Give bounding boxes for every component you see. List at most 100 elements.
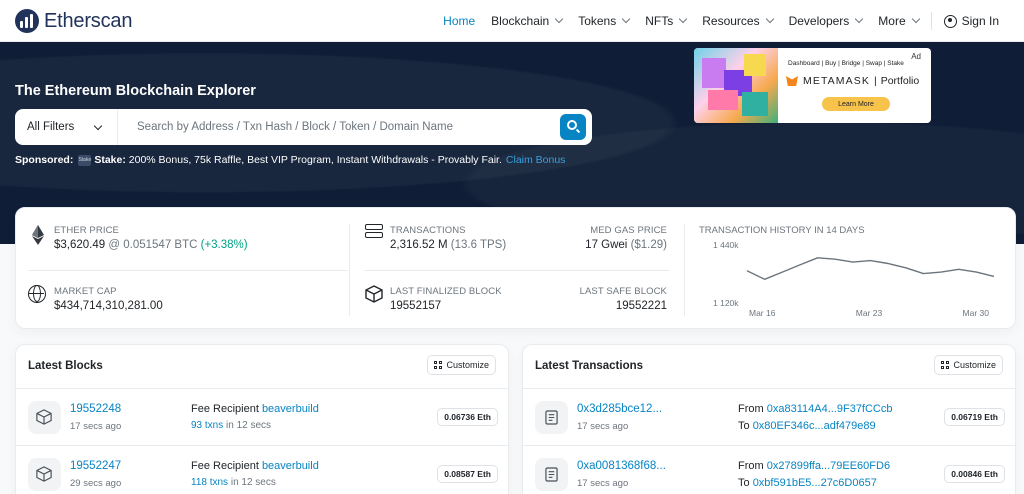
nav-more[interactable]: More [870,0,926,42]
ether-price-value[interactable]: $3,620.49 @ 0.051547 BTC (+3.38%) [54,239,248,251]
ether-price-label: ETHER PRICE [54,225,119,236]
block-txns: 93 txns in 12 secs [191,420,272,431]
transactions-value[interactable]: 2,316.52 M (13.6 TPS) [390,239,506,251]
nav-tokens[interactable]: Tokens [570,0,637,42]
market-cap-label: MARKET CAP [54,286,117,297]
hero-title: The Ethereum Blockchain Explorer [15,83,256,99]
chevron-down-icon [855,14,864,24]
tx-value-badge[interactable]: 0.06719 Eth [944,408,1005,426]
transaction-row: 0xa0081368f68... 17 secs ago From 0x2789… [523,445,1015,494]
fee-recipient-link[interactable]: beaverbuild [262,403,319,415]
from-address-link[interactable]: 0x27899ffa...79EE60FD6 [767,460,890,472]
to-address-link[interactable]: 0x80EF346c...adf479e89 [753,420,876,432]
chevron-down-icon [678,14,688,24]
fee-recipient: Fee Recipient beaverbuild [191,403,319,415]
nav-home[interactable]: Home [435,0,483,42]
cube-icon [28,458,61,491]
x-tick-label: Mar 16 [749,308,776,318]
block-number-link[interactable]: 19552247 [70,460,121,472]
document-icon [535,401,568,434]
search-button[interactable] [560,114,586,140]
sponsored-label: Sponsored: [15,154,74,166]
chevron-down-icon [554,14,564,24]
transactions-label: TRANSACTIONS [390,225,466,236]
tx-to: To 0xbf591bE5...27c6D0657 [738,477,877,489]
fee-recipient-link[interactable]: beaverbuild [262,460,319,472]
divider [684,224,685,316]
top-navbar: Etherscan Home Blockchain Tokens NFTs Re… [0,0,1024,42]
ad-links: Dashboard | Buy | Bridge | Swap | Stake [788,60,904,67]
to-address-link[interactable]: 0xbf591bE5...27c6D0657 [753,477,877,489]
network-stats-card: ETHER PRICE $3,620.49 @ 0.051547 BTC (+3… [15,207,1016,329]
nav-developers[interactable]: Developers [781,0,871,42]
search-input[interactable] [118,121,560,133]
block-reward-badge[interactable]: 0.08587 Eth [437,465,498,483]
block-row: 19552247 29 secs ago Fee Recipient beave… [16,445,508,494]
brand-name: Etherscan [44,9,133,32]
ethereum-icon [32,225,44,245]
x-tick-label: Mar 30 [963,308,990,318]
nav-divider [930,12,932,30]
search-bar: All Filters [15,109,592,145]
block-age: 17 secs ago [70,421,122,432]
y-tick-label: 1 120k [713,298,739,308]
ad-label: Ad [911,52,921,61]
customize-button[interactable]: Customize [427,355,496,375]
block-age: 29 secs ago [70,478,122,489]
last-finalized-block-value[interactable]: 19552157 [390,300,441,312]
divider [349,224,350,316]
block-row: 19552248 17 secs ago Fee Recipient beave… [16,388,508,444]
block-reward-badge[interactable]: 0.06736 Eth [437,408,498,426]
x-tick-label: Mar 23 [856,308,883,318]
cube-icon [365,285,383,303]
tx-to: To 0x80EF346c...adf479e89 [738,420,876,432]
latest-transactions-panel: Latest Transactions Customize 0x3d285bce… [522,344,1016,494]
txns-link[interactable]: 93 txns [191,420,223,431]
sign-in-link[interactable]: Sign In [936,0,1007,42]
transaction-row: 0x3d285bce12... 17 secs ago From 0xa8311… [523,388,1015,444]
tx-age: 17 secs ago [577,478,629,489]
y-tick-label: 1 440k [713,240,739,250]
user-circle-icon [943,14,957,28]
tx-hash-link[interactable]: 0xa0081368f68... [577,460,666,472]
last-safe-block-value[interactable]: 19552221 [616,300,667,312]
divider [28,270,348,271]
tx-hash-link[interactable]: 0x3d285bce12... [577,403,662,415]
transaction-history-chart[interactable]: 1 440k 1 120k Mar 16 Mar 23 Mar 30 [699,238,1004,318]
tx-value-badge[interactable]: 0.00846 Eth [944,465,1005,483]
ad-brand: METAMASK | Portfolio [786,75,919,87]
block-number-link[interactable]: 19552248 [70,403,121,415]
etherscan-logo-icon [15,9,39,33]
metamask-ad[interactable]: Ad Dashboard | Buy | Bridge | Swap | Sta… [694,48,931,123]
last-finalized-block-label: LAST FINALIZED BLOCK [390,286,502,297]
chevron-down-icon [765,14,774,24]
chevron-down-icon [911,14,920,24]
ad-illustration [694,48,778,123]
latest-blocks-panel: Latest Blocks Customize 19552248 17 secs… [15,344,509,494]
fee-recipient: Fee Recipient beaverbuild [191,460,319,472]
customize-button[interactable]: Customize [934,355,1003,375]
claim-bonus-link[interactable]: Claim Bonus [506,154,566,166]
nav-resources[interactable]: Resources [694,0,780,42]
gas-price-label: MED GAS PRICE [590,225,667,236]
nav-nfts[interactable]: NFTs [637,0,694,42]
tx-from: From 0x27899ffa...79EE60FD6 [738,460,891,472]
transaction-history-title: TRANSACTION HISTORY IN 14 DAYS [699,225,865,236]
gas-price-value[interactable]: 17 Gwei ($1.29) [585,239,667,251]
from-address-link[interactable]: 0xa83114A4...9F37fCCcb [767,403,893,415]
tx-age: 17 secs ago [577,421,629,432]
grid-icon [941,361,950,369]
etherscan-logo[interactable]: Etherscan [15,8,132,34]
globe-icon [28,285,46,303]
txns-link[interactable]: 118 txns [191,477,228,488]
search-icon [567,120,577,130]
metamask-fox-icon [786,76,798,86]
nav-blockchain[interactable]: Blockchain [483,0,570,42]
chevron-down-icon [93,121,103,130]
search-filter-select[interactable]: All Filters [15,109,118,145]
sponsor-name: Stake: [94,154,126,166]
sponsor-text: 200% Bonus, 75k Raffle, Best VIP Program… [128,154,502,166]
ad-learn-more-button[interactable]: Learn More [822,97,890,111]
grid-icon [434,361,443,369]
chevron-down-icon [621,14,631,24]
